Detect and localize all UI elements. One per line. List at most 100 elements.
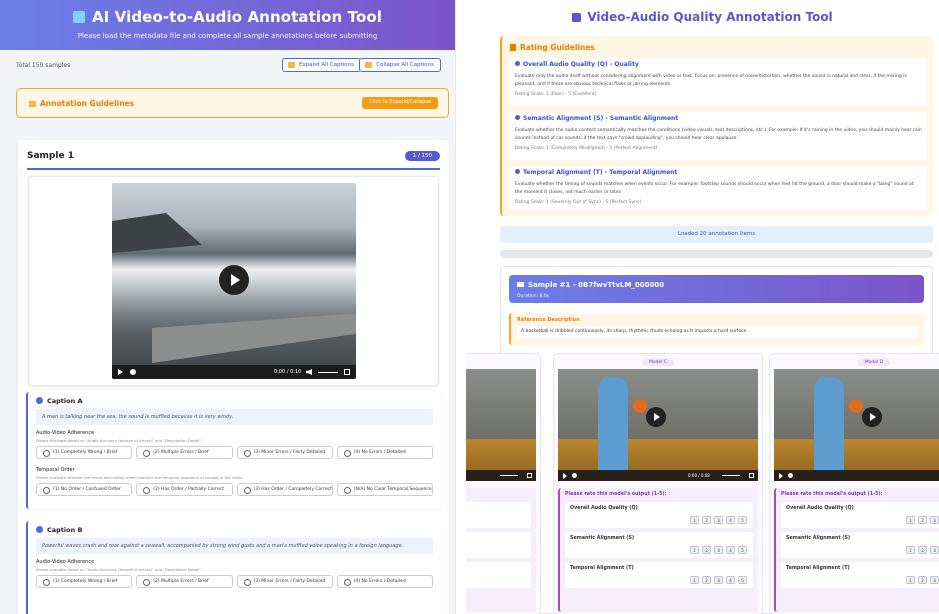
volume-slider[interactable] [500, 475, 518, 476]
right-annotation-tool: Video-Audio Quality Annotation Tool Rati… [466, 0, 939, 614]
sample-duration: Duration: 8.0s [517, 294, 549, 299]
score-button[interactable]: 3 [930, 576, 939, 584]
score-buttons: 1 2 3 4 5 [690, 546, 747, 554]
left-title-text: AI Video-to-Audio Annotation Tool [91, 8, 383, 26]
toolbar: Total 150 samples Expand All Captions Co… [14, 56, 447, 74]
score-button[interactable]: 1 [906, 516, 915, 524]
score-button[interactable]: 4 [726, 546, 735, 554]
book-icon [29, 101, 36, 107]
volume-slider[interactable] [318, 372, 338, 373]
rating-guidelines-title: Rating Guidelines [510, 43, 595, 52]
criteria-row [466, 502, 531, 528]
seek-handle[interactable] [130, 369, 136, 375]
caption-b-title[interactable]: Caption B [36, 526, 82, 534]
right-title: Video-Audio Quality Annotation Tool [466, 10, 939, 24]
score-button[interactable]: 2 [918, 546, 927, 554]
timer-icon [515, 169, 520, 174]
clipboard-icon [510, 44, 516, 51]
score-button[interactable]: 3 [714, 546, 723, 554]
model-video[interactable] [774, 369, 939, 481]
sample-header: Sample #1 - 0B7fwvTtvLM_000000 Duration:… [509, 275, 924, 303]
score-button[interactable]: 4 [726, 516, 735, 524]
left-subtitle: Please load the metadata file and comple… [77, 32, 378, 40]
score-button[interactable]: 5 [738, 546, 747, 554]
score-button[interactable]: 1 [690, 516, 699, 524]
play-button[interactable] [118, 369, 123, 375]
score-button[interactable]: 1 [906, 546, 915, 554]
option-radio[interactable]: (N/A) No Clear Temporal Sequence [336, 483, 433, 496]
video-frame-basketball [849, 399, 863, 413]
score-button[interactable]: 1 [690, 576, 699, 584]
caption-a-title[interactable]: Caption A [36, 397, 83, 405]
video-player[interactable]: 0:00 / 0:10 [112, 183, 356, 379]
volume-icon[interactable] [306, 369, 312, 375]
rating-panel: Please rate this model's output (1-5): O… [558, 488, 758, 612]
caption-b-title-text: Caption B [47, 526, 83, 534]
option-radio[interactable]: (2) Multiple Errors / Brief [136, 575, 233, 588]
seek-handle[interactable] [788, 473, 793, 478]
criteria-row-semantic: Semantic Alignment (S) 1 2 3 4 5 [565, 532, 753, 558]
score-button[interactable]: 4 [726, 576, 735, 584]
option-radio[interactable]: (3) Minor Errors / Fairly Detailed [236, 446, 333, 459]
clapperboard-icon [572, 13, 582, 22]
sample-title: Sample #1 - 0B7fwvTtvLM_000000 [517, 281, 664, 289]
fullscreen-icon[interactable] [527, 473, 532, 478]
score-button[interactable]: 1 [690, 546, 699, 554]
play-icon[interactable] [862, 407, 882, 427]
score-button[interactable]: 2 [918, 576, 927, 584]
expand-label: Expand All Captions [299, 62, 354, 68]
option-radio[interactable]: (4) No Errors / Detailed [336, 446, 433, 459]
expand-collapse-guidelines-button[interactable]: Click to Expand/Collapse [362, 97, 438, 109]
score-button[interactable]: 5 [738, 576, 747, 584]
guideline-title: Overall Audio Quality (Q) - Quality [515, 61, 922, 68]
score-button[interactable]: 1 [906, 576, 915, 584]
model-video[interactable] [466, 369, 536, 481]
annotation-guidelines-bar[interactable]: Annotation Guidelines Click to Expand/Co… [16, 88, 449, 118]
rate-prompt: Please rate this model's output (1-5): [565, 492, 667, 497]
score-button[interactable]: 2 [702, 546, 711, 554]
score-button[interactable]: 2 [702, 516, 711, 524]
clapperboard-icon [72, 11, 85, 23]
fullscreen-icon[interactable] [749, 473, 754, 478]
screen: AI Video-to-Audio Annotation Tool Please… [0, 0, 939, 614]
score-button[interactable]: 3 [714, 516, 723, 524]
score-button[interactable]: 5 [738, 516, 747, 524]
option-radio[interactable]: (1) Completely Wrong / Brief [36, 446, 133, 459]
left-title: AI Video-to-Audio Annotation Tool [0, 8, 455, 26]
reference-label-text: Reference Description [517, 317, 580, 323]
play-icon[interactable] [646, 407, 666, 427]
score-buttons: 1 2 3 4 5 [690, 516, 747, 524]
option-radio[interactable]: (1) No Order / Confused Order [36, 483, 133, 496]
model-video[interactable]: 0:00 / 0:08 [558, 369, 758, 481]
score-button[interactable]: 3 [930, 516, 939, 524]
divider [27, 168, 440, 170]
guidelines-title-text: Annotation Guidelines [40, 99, 135, 108]
guideline-title-text: Overall Audio Quality (Q) - Quality [523, 61, 639, 68]
play-icon[interactable] [219, 265, 249, 295]
guidelines-title: Annotation Guidelines [29, 99, 134, 108]
caption-a-card: Caption A A man is talking near the sea,… [26, 392, 441, 509]
play-button[interactable] [563, 473, 567, 479]
expand-all-captions-button[interactable]: Expand All Captions [282, 58, 361, 72]
video-controls: 0:00 / 0:10 [112, 365, 356, 379]
guideline-title: Semantic Alignment (S) - Semantic Alignm… [515, 115, 922, 122]
score-button[interactable]: 2 [918, 516, 927, 524]
model-carousel[interactable]: Model C 0:00 / 0:08 Please rate this mod… [466, 353, 939, 614]
option-radio[interactable]: (2) Multiple Errors / Brief [136, 446, 233, 459]
video-frame-player [814, 377, 844, 472]
option-radio[interactable]: (3) Minor Errors / Fairly Detailed [236, 575, 333, 588]
score-button[interactable]: 3 [930, 546, 939, 554]
option-radio[interactable]: (4) No Errors / Detailed [336, 575, 433, 588]
play-button[interactable] [779, 473, 783, 479]
seek-handle[interactable] [572, 473, 577, 478]
option-radio[interactable]: (1) Completely Wrong / Brief [36, 575, 133, 588]
volume-slider[interactable] [722, 475, 740, 476]
fullscreen-icon[interactable] [344, 369, 350, 375]
option-radio[interactable]: (3) Has Order / Completely Correct [236, 483, 333, 496]
score-button[interactable]: 2 [702, 576, 711, 584]
score-button[interactable]: 3 [714, 576, 723, 584]
collapse-all-captions-button[interactable]: Collapse All Captions [359, 58, 441, 72]
guideline-desc: Evaluate whether the audio content seman… [515, 128, 922, 141]
option-radio[interactable]: (2) Has Order / Partially Correct [136, 483, 233, 496]
criteria-name: Semantic Alignment (S) [786, 536, 851, 541]
